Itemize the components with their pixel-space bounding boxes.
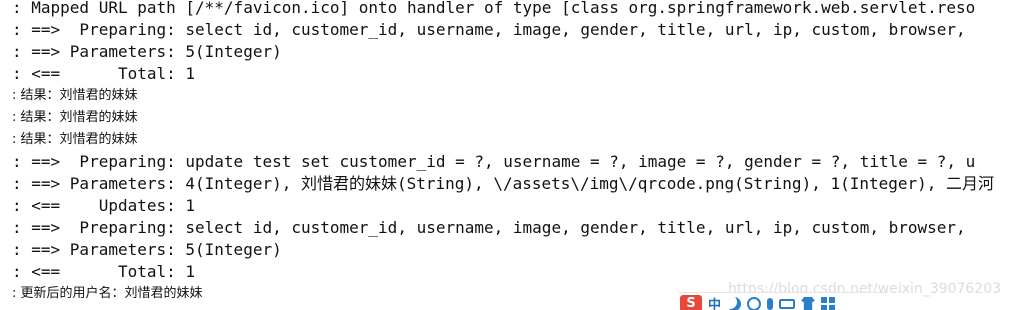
log-line-10: : <== Updates: 1 xyxy=(12,196,196,215)
log-line-13: : <== Total: 1 xyxy=(12,262,196,281)
grid-icon[interactable] xyxy=(821,296,836,310)
ime-mode-toggle[interactable]: 中 xyxy=(708,294,721,310)
log-line-1: : Mapped URL path [/**/favicon.ico] onto… xyxy=(12,0,976,17)
moon-icon[interactable] xyxy=(727,297,741,310)
ime-toolbar[interactable]: S 中 xyxy=(678,292,888,310)
log-line-8: : ==> Preparing: update test set custome… xyxy=(12,152,976,171)
log-lines: : Mapped URL path [/**/favicon.ico] onto… xyxy=(12,0,1009,305)
log-line-9: : ==> Parameters: 4(Integer), 刘惜君的妹妹(Str… xyxy=(12,174,995,193)
log-line-7: : 结果：刘惜君的妹妹 xyxy=(12,132,138,147)
keyboard-icon[interactable] xyxy=(779,298,796,309)
log-line-2: : ==> Preparing: select id, customer_id,… xyxy=(12,20,966,39)
smile-icon[interactable] xyxy=(747,296,762,310)
microphone-icon[interactable] xyxy=(767,297,774,310)
console-output[interactable]: : Mapped URL path [/**/favicon.ico] onto… xyxy=(0,0,1009,310)
shirt-icon[interactable] xyxy=(801,296,816,310)
log-line-6: : 结果：刘惜君的妹妹 xyxy=(12,110,138,125)
log-line-3: : ==> Parameters: 5(Integer) xyxy=(12,42,282,61)
log-line-11: : ==> Preparing: select id, customer_id,… xyxy=(12,218,966,237)
ime-logo-icon[interactable]: S xyxy=(680,294,702,310)
log-line-12: : ==> Parameters: 5(Integer) xyxy=(12,240,282,259)
log-line-4: : <== Total: 1 xyxy=(12,64,196,83)
log-line-5: : 结果：刘惜君的妹妹 xyxy=(12,88,138,103)
